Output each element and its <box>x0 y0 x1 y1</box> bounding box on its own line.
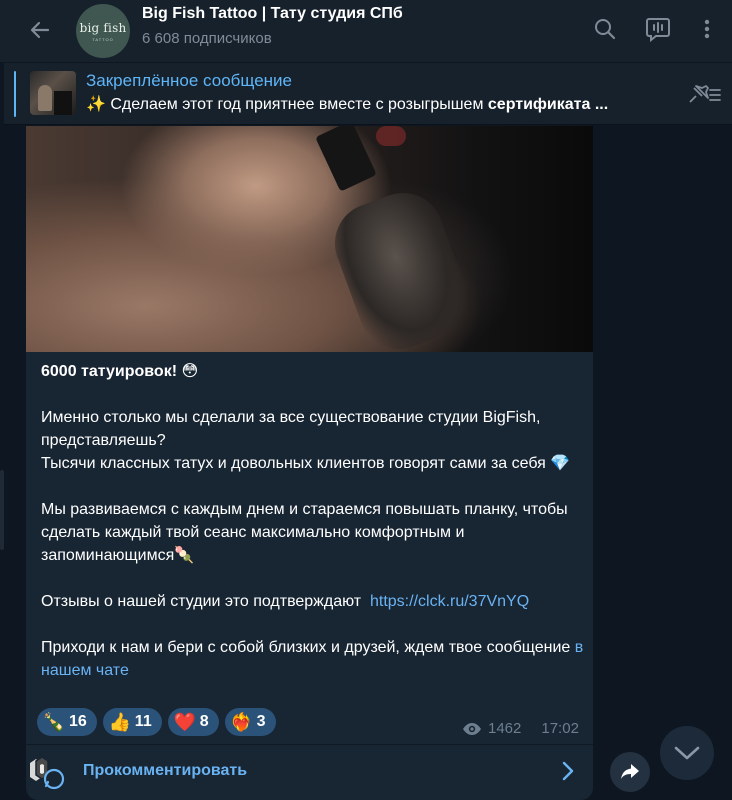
chevron-down-icon <box>674 746 700 760</box>
unpin-icon <box>689 85 721 103</box>
post-paragraph-2-text: Тысячи классных татух и довольных клиент… <box>41 455 546 472</box>
reaction-count: 16 <box>69 713 87 730</box>
subscriber-count: 6 608 подписчиков <box>142 30 272 47</box>
thumbs-up-icon: 👍 <box>108 711 132 732</box>
post-paragraph-5-text: Приходи к нам и бери с собой близких и д… <box>41 639 571 656</box>
gem-emoji: 💎 <box>550 455 571 472</box>
search-button[interactable] <box>588 12 622 46</box>
arrow-left-icon <box>30 21 50 39</box>
scroll-to-bottom-button[interactable] <box>660 726 714 780</box>
chat-header: big fish TATTOO Big Fish Tattoo | Тату с… <box>0 0 732 62</box>
unpin-button[interactable] <box>684 79 724 109</box>
reaction-heart[interactable]: ❤️ 8 <box>167 708 219 736</box>
reaction-count: 11 <box>134 713 152 730</box>
post-heading: 6000 татуировок! 😳 <box>41 360 586 383</box>
share-button[interactable] <box>610 752 650 792</box>
champagne-icon: 🍾 <box>42 711 66 732</box>
flushed-emoji: 😳 <box>181 363 199 380</box>
post-time: 17:02 <box>541 720 579 737</box>
pinned-text-prefix: ✨ Сделаем этот год приятнее вместе с роз… <box>86 96 488 113</box>
eye-icon <box>463 722 481 735</box>
scrollbar[interactable] <box>0 470 4 550</box>
post-photo[interactable] <box>26 126 593 361</box>
share-arrow-icon <box>621 764 639 779</box>
pinned-indicator <box>14 71 16 117</box>
commenter-avatars-icon <box>30 756 65 790</box>
pinned-text-bold: сертификата ... <box>487 96 609 113</box>
comment-label: Прокомментировать <box>83 762 248 779</box>
channel-title: Big Fish Tattoo | Тату студия СПб <box>142 5 403 22</box>
reactions-bar: 🍾 16 👍 11 ❤️ 8 ❤️‍🔥 3 <box>37 708 276 736</box>
heart-icon: ❤️ <box>173 711 196 732</box>
channel-post: 6000 татуировок! 😳 Именно столько мы сде… <box>26 126 593 800</box>
more-vertical-icon <box>704 19 710 39</box>
reaction-count: 3 <box>256 713 266 730</box>
view-count: 1462 <box>488 720 522 737</box>
reaction-bottle[interactable]: 🍾 16 <box>37 708 97 736</box>
reaction-thumbs-up[interactable]: 👍 11 <box>102 708 162 736</box>
post-heading-text: 6000 татуировок! <box>41 363 178 380</box>
post-paragraph-2: Тысячи классных татух и довольных клиент… <box>41 452 586 475</box>
pinned-title: Закреплённое сообщение <box>86 71 292 90</box>
channel-avatar[interactable]: big fish TATTOO <box>76 4 130 58</box>
chevron-right-icon <box>562 761 574 781</box>
heart-on-fire-icon: ❤️‍🔥 <box>230 711 253 732</box>
post-paragraph-4-text: Отзывы о нашей студии это подтверждают <box>41 593 362 610</box>
pinned-thumbnail <box>30 71 76 115</box>
post-paragraph-3-text: Мы развиваемся с каждым днем и стараемся… <box>41 501 568 564</box>
avatar-logo-text: big fish <box>79 20 127 35</box>
back-button[interactable] <box>22 12 58 48</box>
channel-info[interactable]: Big Fish Tattoo | Тату студия СПб 6 608 … <box>142 4 403 48</box>
comments-chevron <box>558 759 578 783</box>
post-paragraph-5: Приходи к нам и бери с собой близких и д… <box>41 636 586 682</box>
reaction-count: 8 <box>199 713 209 730</box>
post-text: 6000 татуировок! 😳 Именно столько мы сде… <box>41 360 586 682</box>
pinned-text: ✨ Сделаем этот год приятнее вместе с роз… <box>86 95 608 115</box>
post-paragraph-3: Мы развиваемся с каждым днем и стараемся… <box>41 498 586 567</box>
comments-button[interactable]: Прокомментировать <box>26 745 593 800</box>
avatar-logo-sub: TATTOO <box>92 36 114 42</box>
post-paragraph-4: Отзывы о нашей студии это подтверждают h… <box>41 590 586 613</box>
dango-emoji: 🍡 <box>174 547 195 564</box>
post-paragraph-1: Именно столько мы сделали за все существ… <box>41 409 541 449</box>
pinned-message-bar[interactable]: Закреплённое сообщение ✨ Сделаем этот го… <box>4 63 732 125</box>
reaction-heart-fire[interactable]: ❤️‍🔥 3 <box>224 708 276 736</box>
voice-chat-icon <box>646 18 670 43</box>
reviews-link[interactable]: https://clck.ru/37VnYQ <box>370 593 529 610</box>
search-icon <box>595 19 616 40</box>
commenter-avatars <box>26 755 66 791</box>
more-menu-button[interactable] <box>690 12 724 46</box>
voice-chat-button[interactable] <box>641 12 675 46</box>
post-meta: 1462 17:02 <box>462 720 579 737</box>
